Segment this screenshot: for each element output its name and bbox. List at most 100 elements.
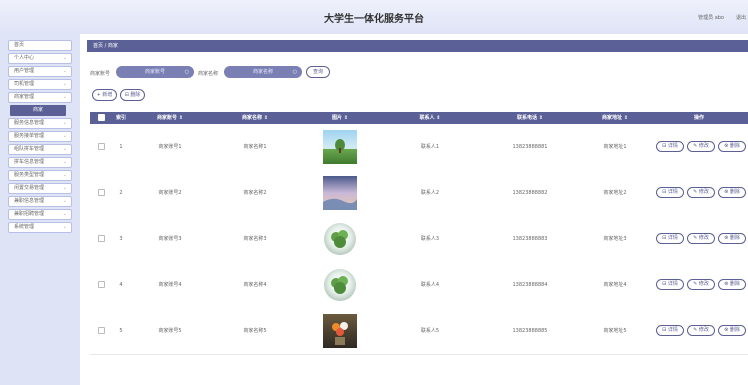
detail-button[interactable]: ⊟ 详情 bbox=[656, 325, 684, 336]
account-search-input[interactable]: 商家账号 ○ bbox=[116, 66, 194, 78]
col-address[interactable]: 商家地址 ⇕ bbox=[580, 112, 650, 124]
top-header: 大学生一体化服务平台 管理员 abo 退出 bbox=[0, 0, 748, 35]
batch-delete-button[interactable]: ⊟ 删除 bbox=[120, 89, 145, 101]
select-all-checkbox[interactable] bbox=[90, 112, 112, 124]
chevron-down-icon: ⌄ bbox=[62, 224, 67, 230]
chevron-down-icon: ⌄ bbox=[62, 159, 67, 165]
row-checkbox[interactable] bbox=[90, 262, 112, 308]
delete-button[interactable]: ⊗ 删除 bbox=[718, 325, 746, 336]
sidebar-item[interactable]: 服务信息管理 ⌄ bbox=[8, 118, 72, 129]
sidebar-item-label: 个人中心 bbox=[14, 55, 35, 61]
query-button[interactable]: 查询 bbox=[306, 66, 330, 78]
breadcrumb: 首页 / 商家 bbox=[87, 40, 748, 52]
sidebar: 首页 个人中心 ⌄ 用户管理 ⌄ 司机管理 ⌄ 商家管理 ⌄ 商家 服务信息管理 ⌄ 服务接单管理 ⌄ 组队… bbox=[0, 34, 80, 385]
merchant-account: 商家账号3 bbox=[158, 236, 182, 242]
col-actions: 操作 bbox=[693, 115, 704, 121]
edit-button[interactable]: ✎ 修改 bbox=[687, 187, 715, 198]
row-index: 2 bbox=[119, 190, 123, 196]
sidebar-item[interactable]: 司机管理 ⌄ bbox=[8, 79, 72, 90]
merchant-contact: 联系人2 bbox=[420, 190, 440, 196]
merchant-image bbox=[323, 130, 357, 164]
sidebar-item-label: 兼职招聘管理 bbox=[14, 211, 45, 217]
sidebar-subitem-merchant[interactable]: 商家 bbox=[10, 105, 66, 116]
row-checkbox[interactable] bbox=[90, 216, 112, 262]
chevron-down-icon: ⌄ bbox=[62, 146, 67, 152]
chevron-down-icon: ⌄ bbox=[62, 211, 67, 217]
chevron-down-icon: ⌄ bbox=[62, 94, 67, 100]
sidebar-item-label: 闲置交易管理 bbox=[14, 185, 45, 191]
account-search-label: 商家账号 bbox=[90, 71, 111, 77]
detail-button[interactable]: ⊟ 详情 bbox=[656, 187, 684, 198]
edit-button[interactable]: ✎ 修改 bbox=[687, 279, 715, 290]
sidebar-item-label: 用户管理 bbox=[14, 68, 35, 74]
merchant-image-cell bbox=[300, 124, 380, 170]
sidebar-item[interactable]: 首页 bbox=[8, 40, 72, 51]
row-checkbox[interactable] bbox=[90, 170, 112, 216]
detail-button[interactable]: ⊟ 详情 bbox=[656, 141, 684, 152]
sidebar-item[interactable]: 闲置交易管理 ⌄ bbox=[8, 183, 72, 194]
merchant-image-cell bbox=[300, 216, 380, 262]
merchant-account: 商家账号1 bbox=[158, 144, 182, 150]
merchant-image-cell bbox=[300, 308, 380, 354]
sidebar-item[interactable]: 商家管理 ⌄ bbox=[8, 92, 72, 103]
row-checkbox[interactable] bbox=[90, 308, 112, 354]
table-row[interactable]: 5 商家账号5 商家名称5 联系人5 13823888885 商家地址5 ⊟ 详情 ✎ 修改 ⊗… bbox=[90, 308, 748, 355]
sidebar-item-label: 兼职信息管理 bbox=[14, 198, 45, 204]
detail-button[interactable]: ⊟ 详情 bbox=[656, 279, 684, 290]
chevron-down-icon: ⌄ bbox=[62, 81, 67, 87]
sidebar-item[interactable]: 组队拼车管理 ⌄ bbox=[8, 144, 72, 155]
merchant-contact: 联系人5 bbox=[420, 328, 440, 334]
edit-button[interactable]: ✎ 修改 bbox=[687, 325, 715, 336]
add-button[interactable]: + 新增 bbox=[92, 89, 117, 101]
chevron-down-icon: ⌄ bbox=[62, 133, 67, 139]
chevron-down-icon: ⌄ bbox=[62, 185, 67, 191]
col-phone[interactable]: 联系电话 ⇕ bbox=[480, 112, 580, 124]
col-index: 索引 bbox=[115, 115, 126, 121]
merchant-phone: 13823888884 bbox=[512, 282, 548, 288]
search-icon: ○ bbox=[292, 69, 297, 75]
delete-button[interactable]: ⊗ 删除 bbox=[718, 141, 746, 152]
sidebar-item[interactable]: 服务类型管理 ⌄ bbox=[8, 170, 72, 181]
detail-button[interactable]: ⊟ 详情 bbox=[656, 233, 684, 244]
chevron-down-icon: ⌄ bbox=[62, 68, 67, 74]
name-search-input[interactable]: 商家名称 ○ bbox=[224, 66, 302, 78]
row-index: 3 bbox=[119, 236, 123, 242]
merchant-phone: 13823888882 bbox=[512, 190, 548, 196]
edit-button[interactable]: ✎ 修改 bbox=[687, 141, 715, 152]
sidebar-item-label: 服务信息管理 bbox=[14, 120, 45, 126]
row-actions: ⊟ 详情 ✎ 修改 ⊗ 删除 bbox=[650, 262, 748, 308]
sidebar-item[interactable]: 服务接单管理 ⌄ bbox=[8, 131, 72, 142]
delete-button[interactable]: ⊗ 删除 bbox=[718, 279, 746, 290]
table-row[interactable]: 1 商家账号1 商家名称1 联系人1 13823888881 商家地址1 ⊟ 详情 ✎ 修改 ⊗… bbox=[90, 124, 748, 171]
row-checkbox[interactable] bbox=[90, 124, 112, 170]
merchant-name: 商家名称1 bbox=[243, 144, 267, 150]
delete-button[interactable]: ⊗ 删除 bbox=[718, 187, 746, 198]
sidebar-item[interactable]: 兼职招聘管理 ⌄ bbox=[8, 209, 72, 220]
col-name[interactable]: 商家名称 ⇕ bbox=[210, 112, 300, 124]
sidebar-item[interactable]: 拼车信息管理 ⌄ bbox=[8, 157, 72, 168]
sidebar-item[interactable]: 兼职信息管理 ⌄ bbox=[8, 196, 72, 207]
current-user: 管理员 abo bbox=[698, 15, 724, 21]
chevron-down-icon: ⌄ bbox=[62, 55, 67, 61]
merchant-contact: 联系人4 bbox=[420, 282, 440, 288]
table-row[interactable]: 2 商家账号2 商家名称2 联系人2 13823888882 商家地址2 ⊟ 详情 ✎ 修改 ⊗… bbox=[90, 170, 748, 217]
sidebar-item[interactable]: 系统管理 ⌄ bbox=[8, 222, 72, 233]
table-row[interactable]: 3 商家账号3 商家名称3 联系人3 13823888883 商家地址3 ⊟ 详情 ✎ 修改 ⊗… bbox=[90, 216, 748, 263]
merchant-image bbox=[323, 222, 357, 256]
table-row[interactable]: 4 商家账号4 商家名称4 联系人4 13823888884 商家地址4 ⊟ 详情 ✎ 修改 ⊗… bbox=[90, 262, 748, 309]
merchant-image bbox=[323, 176, 357, 210]
col-account[interactable]: 商家账号 ⇕ bbox=[130, 112, 210, 124]
sidebar-item-label: 司机管理 bbox=[14, 81, 35, 87]
logout-link[interactable]: 退出 bbox=[736, 14, 746, 21]
delete-button[interactable]: ⊗ 删除 bbox=[718, 233, 746, 244]
sidebar-item[interactable]: 个人中心 ⌄ bbox=[8, 53, 72, 64]
sidebar-item[interactable]: 用户管理 ⌄ bbox=[8, 66, 72, 77]
row-actions: ⊟ 详情 ✎ 修改 ⊗ 删除 bbox=[650, 216, 748, 262]
edit-button[interactable]: ✎ 修改 bbox=[687, 233, 715, 244]
merchant-image-cell bbox=[300, 170, 380, 216]
sidebar-item-label: 组队拼车管理 bbox=[14, 146, 45, 152]
row-index: 4 bbox=[119, 282, 123, 288]
col-image[interactable]: 图片 ⇕ bbox=[300, 112, 380, 124]
sidebar-item-label: 拼车信息管理 bbox=[14, 159, 45, 165]
col-contact[interactable]: 联系人 ⇕ bbox=[380, 112, 480, 124]
